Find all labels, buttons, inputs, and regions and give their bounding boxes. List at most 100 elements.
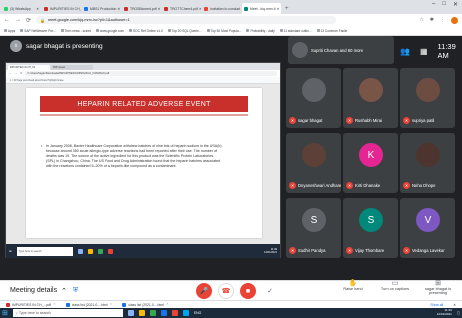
layout-icon[interactable]: ▦: [420, 47, 428, 56]
bookmark-item[interactable]: SAP NetWeaver Por...: [20, 29, 56, 33]
extensions-icon[interactable]: ✱: [430, 17, 434, 24]
menu-icon[interactable]: ⋮: [440, 17, 445, 24]
task-view-icon[interactable]: [127, 310, 134, 316]
taskbar-search[interactable]: ⌕ Type here to search: [12, 309, 123, 317]
shared-taskbar-search: Type here to search: [16, 246, 73, 256]
maximize-icon[interactable]: □: [442, 1, 446, 8]
meeting-details-button[interactable]: Meeting details ⌃: [10, 287, 67, 295]
shield-icon[interactable]: ⛨: [73, 287, 78, 295]
forward-icon[interactable]: →: [15, 17, 21, 23]
tab-label: TROSBiomed.pdf: [130, 6, 157, 11]
captions-button[interactable]: ▭ Turn on captions: [378, 280, 412, 291]
browser-tab[interactable]: IMPURITIES IN CH_O4 - Ch✕: [42, 3, 81, 14]
tab-favicon: [84, 6, 88, 11]
taskbar-date: 12/01/2021: [436, 312, 452, 316]
browser-tab[interactable]: Meet - kiq-mrrv-ti ✕: [242, 3, 281, 14]
tab-close-icon[interactable]: ✕: [276, 7, 280, 11]
participant-avatar: [416, 143, 440, 167]
tab-close-icon[interactable]: ✕: [157, 7, 161, 11]
minimize-icon[interactable]: –: [432, 1, 435, 8]
profile-avatar[interactable]: [451, 16, 458, 24]
tab-close-icon[interactable]: ✕: [240, 7, 241, 11]
taskbar-clock[interactable]: 11:39 12/01/2021: [436, 308, 452, 317]
slide-heading: HEPARIN RELATED ADVERSE EVENT: [40, 96, 248, 112]
participant-tile[interactable]: V ✕ Vedanga Lavekar: [400, 198, 455, 258]
muted-mic-icon: ✕: [346, 117, 353, 124]
tab-close-icon[interactable]: ✕: [116, 7, 120, 11]
camera-off-button[interactable]: ■: [240, 283, 256, 299]
tab-label: MBS1 Production: [90, 6, 117, 11]
close-window-icon[interactable]: ✕: [453, 1, 458, 8]
show-all-link[interactable]: Show all: [430, 303, 443, 307]
notifications-icon[interactable]: ▢: [457, 311, 460, 315]
shared-taskbar: ⊞ Type here to search 11:39 12/01/2021: [6, 244, 280, 258]
participant-tile[interactable]: ✕ Neha Dhope: [400, 133, 455, 193]
windows-start-icon[interactable]: ⊞: [2, 309, 8, 317]
download-item[interactable]: class list (2021-0....html ⌃: [65, 302, 112, 307]
participant-name: Kirti Dhanake: [355, 183, 381, 188]
participant-tile[interactable]: K ✕ Kirti Dhanake: [343, 133, 398, 193]
bookmark-item[interactable]: Probability - daily: [246, 29, 275, 33]
participant-avatar: [416, 78, 440, 102]
bookmark-item[interactable]: SOC Ref Online v1.0: [129, 29, 163, 33]
self-tile[interactable]: Supriti Chavan and 80 more: [288, 36, 394, 64]
bookmark-item[interactable]: Top 20 SQL Querie...: [167, 28, 202, 33]
mic-off-button[interactable]: 🎤: [196, 283, 212, 299]
camera-off-icon: ■: [245, 287, 251, 295]
download-name: class list (2021-0....html: [71, 302, 108, 307]
browser-tab[interactable]: MBS1 Production ✕: [82, 3, 121, 14]
people-icon[interactable]: 👥: [400, 47, 410, 56]
participant-tile[interactable]: ✕ Rushabh Mirai: [343, 68, 398, 128]
raise-hand-button[interactable]: ✋ Raise hand: [340, 280, 366, 291]
download-item[interactable]: IMPURITIES IN CH_...pdf ⌃: [6, 302, 56, 307]
address-bar[interactable]: 🔒 meet.google.com/kjq-mrrv-isc?pli=1&aut…: [36, 16, 337, 24]
participant-tile[interactable]: S ✕ Sudhir Pandya: [286, 198, 341, 258]
edge-icon[interactable]: [160, 310, 167, 316]
file-explorer-icon[interactable]: [138, 310, 145, 316]
meet-top-icons: 👥 ▦ 11:39 AM: [400, 42, 462, 60]
participant-tile[interactable]: ✕ sagar bhagat: [286, 68, 341, 128]
browser-tab[interactable]: TROTTChem4.pdf ✕: [162, 3, 201, 14]
present-button[interactable]: ⊞ sagar bhagat is presenting: [422, 280, 454, 296]
bookmark-item[interactable]: 13 Common Facile: [316, 29, 347, 33]
browser-tab[interactable]: TROSBiomed.pdf ✕: [122, 3, 161, 14]
back-icon[interactable]: ←: [4, 17, 10, 23]
pdf-page: HEPARIN RELATED ADVERSE EVENT In January…: [26, 88, 262, 238]
participant-tile[interactable]: S ✕ Vijay Thombare: [343, 198, 398, 258]
bookmark-item[interactable]: www.google.com: [95, 29, 124, 33]
participant-tile[interactable]: ✕ supriya patil: [400, 68, 455, 128]
close-downloads-icon[interactable]: ✕: [453, 303, 456, 307]
pdf-toolbar-text: 1 / 34 Page view Read aloud Draw Highlig…: [10, 78, 64, 82]
shared-screen: iMPURITIES IN CH_O4 PDF viewer ← → ⟳ C:/…: [5, 62, 281, 258]
presenter-bar: s sagar bhagat is presenting: [10, 38, 280, 54]
browser-tab[interactable]: (3) WhatsApp ✕: [2, 3, 41, 14]
store-icon[interactable]: [182, 310, 189, 316]
tab-favicon: [204, 6, 208, 11]
bookmark-item[interactable]: Tech news - scinet: [60, 29, 91, 33]
windows-taskbar: ⊞ ⌕ Type here to search ENG 11:39 12/01/…: [0, 308, 462, 318]
presenter-avatar: s: [10, 40, 22, 52]
participant-name: supriya patil: [412, 118, 435, 123]
app-icon[interactable]: [171, 310, 178, 316]
new-tab-icon[interactable]: +: [285, 3, 289, 14]
reload-icon[interactable]: ⟳: [26, 17, 31, 24]
chevron-up-icon: ⌃: [53, 302, 56, 307]
shared-path: C:/Users/Sagar/Downloads/IMPURITIES%20IN…: [27, 72, 110, 75]
tab-close-icon[interactable]: ✕: [35, 7, 39, 11]
bookmark-icon: [206, 29, 210, 32]
star-icon[interactable]: ☆: [419, 17, 423, 24]
browser-tab[interactable]: Invitation to conduct✕: [202, 3, 241, 14]
participant-avatar: [302, 78, 326, 102]
check-button[interactable]: ✓: [262, 283, 278, 299]
bookmark-item[interactable]: 11 standard cuttin...: [279, 29, 312, 33]
bookmark-item[interactable]: Top 50 Most Popula...: [206, 29, 241, 33]
bookmark-icon: [4, 29, 7, 32]
chrome-icon[interactable]: [149, 310, 156, 316]
muted-mic-icon: ✕: [289, 182, 296, 189]
participant-tile[interactable]: ✕ Dnyaneshwari Andhare: [286, 133, 341, 193]
bookmark-label: Top 20 SQL Querie...: [171, 28, 202, 33]
bookmark-item[interactable]: Apps: [4, 29, 15, 33]
download-item[interactable]: class list (2021-0....html ⌃: [122, 302, 169, 307]
leave-call-button[interactable]: ☎: [218, 283, 234, 299]
tab-close-icon[interactable]: ✕: [198, 7, 201, 11]
